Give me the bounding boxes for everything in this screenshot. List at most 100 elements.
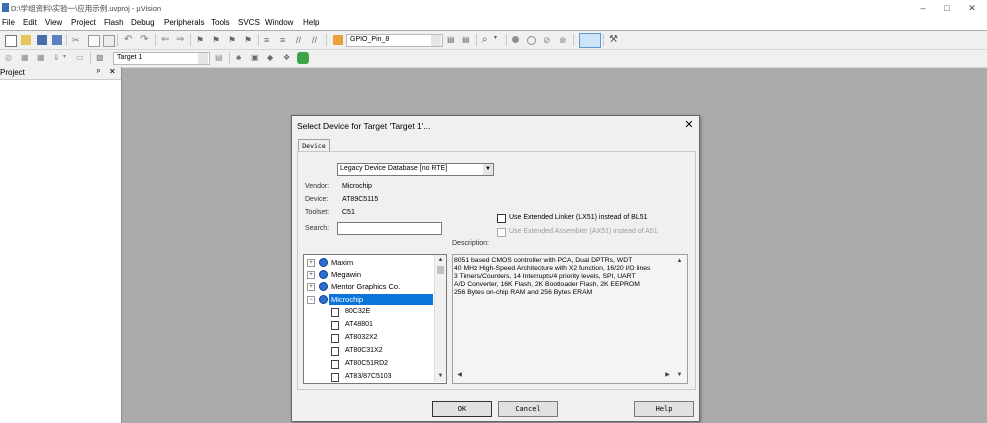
expand-icon[interactable]: + xyxy=(307,283,315,291)
tree-device[interactable]: AT8032X2 xyxy=(304,333,446,345)
menu-tools[interactable]: Tools xyxy=(211,18,230,27)
tree-vendor-mentor[interactable]: + Mentor Graphics Co. xyxy=(304,281,446,293)
tree-vendor-maxim[interactable]: + Maxim xyxy=(304,257,446,269)
ax51-checkbox[interactable] xyxy=(497,228,506,237)
tree-device[interactable]: AT80C31X2 xyxy=(304,346,446,358)
bookmark-next-icon[interactable]: ⚑ xyxy=(228,35,238,45)
manage-rte-icon[interactable]: ❖ xyxy=(283,53,293,63)
search-input[interactable] xyxy=(337,222,442,235)
tree-vendor-microchip[interactable]: − Microchip xyxy=(304,294,446,306)
breakpoint-disable-all-icon[interactable]: ⊘ xyxy=(543,35,553,45)
lx51-checkbox[interactable] xyxy=(497,214,506,223)
uncomment-icon[interactable]: // xyxy=(312,35,322,45)
nav-forward-icon[interactable]: ⇒ xyxy=(176,34,186,45)
tree-scroll-down-icon[interactable]: ▼ xyxy=(436,372,445,381)
stop-build-icon[interactable]: ▭ xyxy=(76,53,86,63)
tree-scroll-up-icon[interactable]: ▲ xyxy=(436,256,445,265)
nav-back-icon[interactable]: ⇐ xyxy=(161,34,171,45)
open-folder-icon[interactable] xyxy=(21,35,31,45)
menu-edit[interactable]: Edit xyxy=(23,18,37,27)
indent-icon[interactable]: ≡ xyxy=(264,35,274,45)
description-scroll-down-icon[interactable]: ▼ xyxy=(675,371,684,380)
menu-help[interactable]: Help xyxy=(303,18,319,27)
breakpoint-insert-icon[interactable] xyxy=(512,36,519,43)
file-extensions-icon[interactable]: ▣ xyxy=(251,53,261,63)
database-dropdown-icon[interactable]: ▼ xyxy=(483,164,493,175)
find-icon[interactable]: ▤ xyxy=(447,35,457,45)
help-button[interactable]: Help xyxy=(634,401,694,417)
download-icon[interactable]: ⇓ xyxy=(53,53,63,63)
translate-icon[interactable]: ◎ xyxy=(5,53,15,63)
breakpoint-enable-icon[interactable] xyxy=(527,36,536,45)
menu-project[interactable]: Project xyxy=(71,18,96,27)
close-window-button[interactable]: ✕ xyxy=(964,2,980,14)
download-dropdown-icon[interactable]: ▾ xyxy=(63,53,73,63)
zoom-icon[interactable]: ⌕ xyxy=(482,34,492,45)
paste-icon[interactable] xyxy=(103,35,115,47)
menu-window[interactable]: Window xyxy=(265,18,293,27)
comment-icon[interactable]: // xyxy=(296,35,306,45)
collapse-icon[interactable]: − xyxy=(307,296,315,304)
tree-scroll-thumb[interactable] xyxy=(437,266,444,274)
menu-bar: File Edit View Project Flash Debug Perip… xyxy=(0,16,987,30)
redo-icon[interactable]: ↷ xyxy=(140,34,150,45)
save-all-icon[interactable] xyxy=(52,35,62,45)
expand-icon[interactable]: + xyxy=(307,259,315,267)
tree-scrollbar[interactable]: ▲ ▼ xyxy=(434,255,446,382)
undo-icon[interactable]: ↶ xyxy=(124,34,134,45)
cancel-button[interactable]: Cancel xyxy=(498,401,558,417)
unindent-icon[interactable]: ≡ xyxy=(280,35,290,45)
maximize-button[interactable]: □ xyxy=(939,2,955,14)
select-packs-icon[interactable]: ◆ xyxy=(267,53,277,63)
find-in-files-icon[interactable] xyxy=(333,35,343,45)
cut-icon[interactable]: ✂ xyxy=(72,35,82,45)
rebuild-icon[interactable]: ▦ xyxy=(37,53,47,63)
tree-device[interactable]: 80C32E xyxy=(304,307,446,319)
bookmark-prev-icon[interactable]: ⚑ xyxy=(212,35,222,45)
dialog-close-button[interactable]: ✕ xyxy=(682,118,696,132)
zoom-dropdown-icon[interactable]: ▾ xyxy=(494,34,504,44)
pack-installer-icon[interactable] xyxy=(297,52,309,64)
target-select-arrow-icon[interactable] xyxy=(198,53,208,64)
database-select[interactable]: Legacy Device Database [no RTE] ▼ xyxy=(337,163,494,176)
menu-svcs[interactable]: SVCS xyxy=(238,18,260,27)
target-options-icon[interactable]: ▤ xyxy=(215,53,225,63)
find-combo-arrow-icon[interactable] xyxy=(431,35,441,46)
bookmark-toggle-icon[interactable]: ⚑ xyxy=(196,35,206,45)
pin-icon[interactable]: ᵖ xyxy=(97,67,100,76)
configure-wrench-icon[interactable]: ⚒ xyxy=(609,34,619,45)
options-for-target-icon[interactable]: ▩ xyxy=(96,53,106,63)
expand-icon[interactable]: + xyxy=(307,271,315,279)
menu-debug[interactable]: Debug xyxy=(131,18,155,27)
incremental-find-icon[interactable]: ▤ xyxy=(462,35,472,45)
device-label: Device: xyxy=(305,196,329,203)
close-pane-icon[interactable]: ✕ xyxy=(109,67,116,76)
breakpoint-kill-all-icon[interactable]: ⊗ xyxy=(559,35,569,45)
description-scroll-left-icon[interactable]: ◀ xyxy=(455,371,464,380)
minimize-button[interactable]: – xyxy=(915,2,931,14)
menu-view[interactable]: View xyxy=(45,18,62,27)
target-select[interactable]: Target 1 xyxy=(113,52,210,65)
bookmark-clear-icon[interactable]: ⚑ xyxy=(244,35,254,45)
menu-flash[interactable]: Flash xyxy=(104,18,124,27)
menu-peripherals[interactable]: Peripherals xyxy=(164,18,204,27)
description-line: 8051 based CMOS controller with PCA, Dua… xyxy=(454,257,633,264)
tree-device-label: AT83/87C5103 xyxy=(345,373,392,380)
tree-device[interactable]: AT48801 xyxy=(304,320,446,332)
menu-file[interactable]: File xyxy=(2,18,15,27)
ok-button[interactable]: OK xyxy=(432,401,492,417)
tree-device[interactable]: AT80C51RD2 xyxy=(304,359,446,371)
new-file-icon[interactable] xyxy=(5,35,17,47)
description-scroll-right-icon[interactable]: ▶ xyxy=(663,371,672,380)
tree-device[interactable]: AT83/87C5103 xyxy=(304,372,446,383)
copy-icon[interactable] xyxy=(88,35,100,47)
build-icon[interactable]: ▦ xyxy=(21,53,31,63)
main-toolbar: ✂ ↶ ↷ ⇐ ⇒ ⚑ ⚑ ⚑ ⚑ ≡ ≡ // // GPIO_Pin_8 ▤… xyxy=(0,31,987,50)
project-pane: Project ᵖ ✕ xyxy=(0,67,122,423)
window-layout-icon[interactable] xyxy=(579,33,601,48)
find-combo[interactable]: GPIO_Pin_8 xyxy=(346,34,443,47)
save-icon[interactable] xyxy=(37,35,47,45)
tree-vendor-megawin[interactable]: + Megawin xyxy=(304,269,446,281)
description-scroll-up-icon[interactable]: ▲ xyxy=(675,257,684,266)
manage-project-icon[interactable]: ♣ xyxy=(236,53,246,63)
